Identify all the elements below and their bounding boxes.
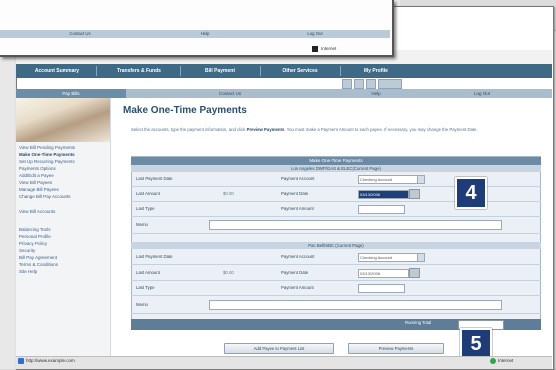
intro-text: . You must make a Payment Amount to each…	[284, 127, 478, 132]
sidebar-link[interactable]: Change Bill Pay Accounts	[19, 194, 71, 199]
email-icon[interactable]	[366, 79, 376, 89]
internet-zone-icon	[490, 358, 496, 364]
pay-from-select[interactable]: Checking Account	[358, 175, 425, 184]
chevron-down-icon	[417, 254, 424, 261]
sidebar-link[interactable]: Security	[19, 248, 35, 253]
add-payee-button[interactable]: Add Payee to Payment List	[224, 343, 334, 354]
form-row: Last Amount $0.00 Payment Date 03/13/200…	[131, 266, 541, 281]
payment-date-input[interactable]: 03/13/2006	[358, 190, 409, 199]
payment-date-input[interactable]: 03/13/2006	[358, 269, 409, 278]
sidebar-link[interactable]: Site Help	[19, 269, 37, 274]
last-amount-value: $0.00	[223, 191, 234, 196]
page-icon	[18, 358, 24, 364]
tab-contact-us[interactable]: Contact Us	[200, 89, 260, 98]
last-amount-value: $0.00	[223, 270, 234, 275]
sidebar-link[interactable]: Payments Options	[19, 166, 56, 171]
print-icon[interactable]	[342, 79, 352, 89]
sidebar-link[interactable]: Personal Profile	[19, 234, 51, 239]
nav-separator	[96, 66, 97, 76]
sidebar-link[interactable]: Privacy Policy	[19, 241, 47, 246]
sidebar-link[interactable]: View Bill Pending Payments	[19, 145, 75, 150]
zone-text: Internet	[498, 358, 514, 363]
sidebar-link[interactable]: Balancing Tools	[19, 227, 50, 232]
nav-separator	[340, 66, 341, 76]
field-label: Payment Date	[281, 270, 309, 275]
payee-header: Los Angeles DWP/GAS & ELEC(Current Page)	[131, 165, 541, 172]
form-row: Last Payment Date Payment Account Checki…	[131, 250, 541, 265]
form-header: Make One-Time Payments	[131, 157, 541, 165]
field-label: Last Payment Date	[136, 254, 173, 259]
tab-pay-bills[interactable]: Pay Bills	[16, 89, 126, 98]
nav-separator	[260, 66, 261, 76]
nav-my-profile[interactable]: My Profile	[344, 64, 408, 78]
nav-other-services[interactable]: Other Services	[264, 64, 336, 78]
field-label: Last Type	[136, 285, 155, 290]
nav-bill-payment[interactable]: Bill Payment	[184, 64, 256, 78]
calendar-icon[interactable]	[409, 268, 420, 278]
page-instructions: Select the accounts, type the payment in…	[131, 127, 541, 133]
status-text: http://www.example.com	[26, 358, 75, 363]
popup-status-text: Internet	[321, 46, 337, 51]
help-icon[interactable]	[354, 79, 364, 89]
payee-header: Pac Bell/SBC (Current Page)	[131, 242, 541, 249]
payment-amount-input[interactable]	[358, 284, 405, 293]
pay-from-select[interactable]: Checking Account	[358, 253, 425, 262]
running-total-label: Running Total	[405, 320, 432, 325]
tab-log-out[interactable]: Log Out	[452, 89, 512, 98]
nav-account-summary[interactable]: Account Summary	[22, 64, 92, 78]
page-title: Make One-Time Payments	[123, 105, 247, 116]
sidebar-link-active[interactable]: Make One-Time Payments	[19, 152, 75, 157]
sub-nav-active-tab[interactable]: Pay Bills	[16, 89, 126, 98]
chevron-down-icon	[417, 176, 424, 183]
main-nav: Account Summary Transfers & Funds Bill P…	[16, 64, 552, 78]
field-label: Memo	[136, 222, 148, 227]
select-value: Checking Account	[360, 177, 393, 182]
select-value: Checking Account	[360, 255, 393, 260]
field-label: Last Amount	[136, 191, 160, 196]
field-label: Payment Amount	[281, 206, 314, 211]
sidebar-link[interactable]: View Bill Accounts	[19, 209, 55, 214]
field-label: Payment Amount	[281, 285, 314, 290]
field-label: Payment Date	[281, 191, 309, 196]
page-tools	[340, 78, 426, 89]
sidebar-link[interactable]: Bill Pay Agreement	[19, 255, 57, 260]
callout-4: 4	[455, 177, 487, 209]
sidebar-link[interactable]: View Bill Payees	[19, 180, 52, 185]
nav-transfers[interactable]: Transfers & Funds	[100, 64, 178, 78]
sidebar-link[interactable]: Manage Bill Payees	[19, 187, 59, 192]
field-label: Payment Account	[281, 254, 315, 259]
zone-icon	[312, 46, 318, 52]
sidebar-link[interactable]: Terms & Conditions	[19, 262, 58, 267]
field-label: Last Payment Date	[136, 176, 173, 181]
popup-nav-help[interactable]: Help	[175, 30, 235, 38]
sidebar-graphic	[16, 98, 110, 142]
nav-separator	[180, 66, 181, 76]
memo-input[interactable]	[209, 220, 502, 230]
form-row: Memo	[131, 217, 541, 234]
preview-payments-button[interactable]: Preview Payments	[348, 343, 444, 354]
field-label: Last Amount	[136, 270, 160, 275]
payment-amount-input[interactable]	[358, 205, 405, 214]
field-label: Last Type	[136, 206, 155, 211]
form-row: Last Type Payment Amount	[131, 281, 541, 296]
field-label: Memo	[136, 302, 148, 307]
sidebar-link[interactable]: Set Up Recurring Payments	[19, 159, 75, 164]
popup-nav-contact-us[interactable]: Contact Us	[40, 30, 120, 38]
popup-nav-log-out[interactable]: Log Out	[285, 30, 345, 38]
status-bar	[16, 356, 552, 369]
form-row: Memo	[131, 297, 541, 314]
memo-input[interactable]	[209, 300, 502, 310]
tab-help[interactable]: Help	[346, 89, 406, 98]
calendar-icon[interactable]	[409, 189, 420, 199]
text-size-icon[interactable]	[378, 79, 402, 89]
intro-bold: Preview Payments	[246, 127, 285, 132]
field-label: Payment Account	[281, 176, 315, 181]
sidebar-link[interactable]: Add/Edit a Payee	[19, 173, 54, 178]
intro-text: Select the accounts, type the payment in…	[131, 127, 246, 132]
